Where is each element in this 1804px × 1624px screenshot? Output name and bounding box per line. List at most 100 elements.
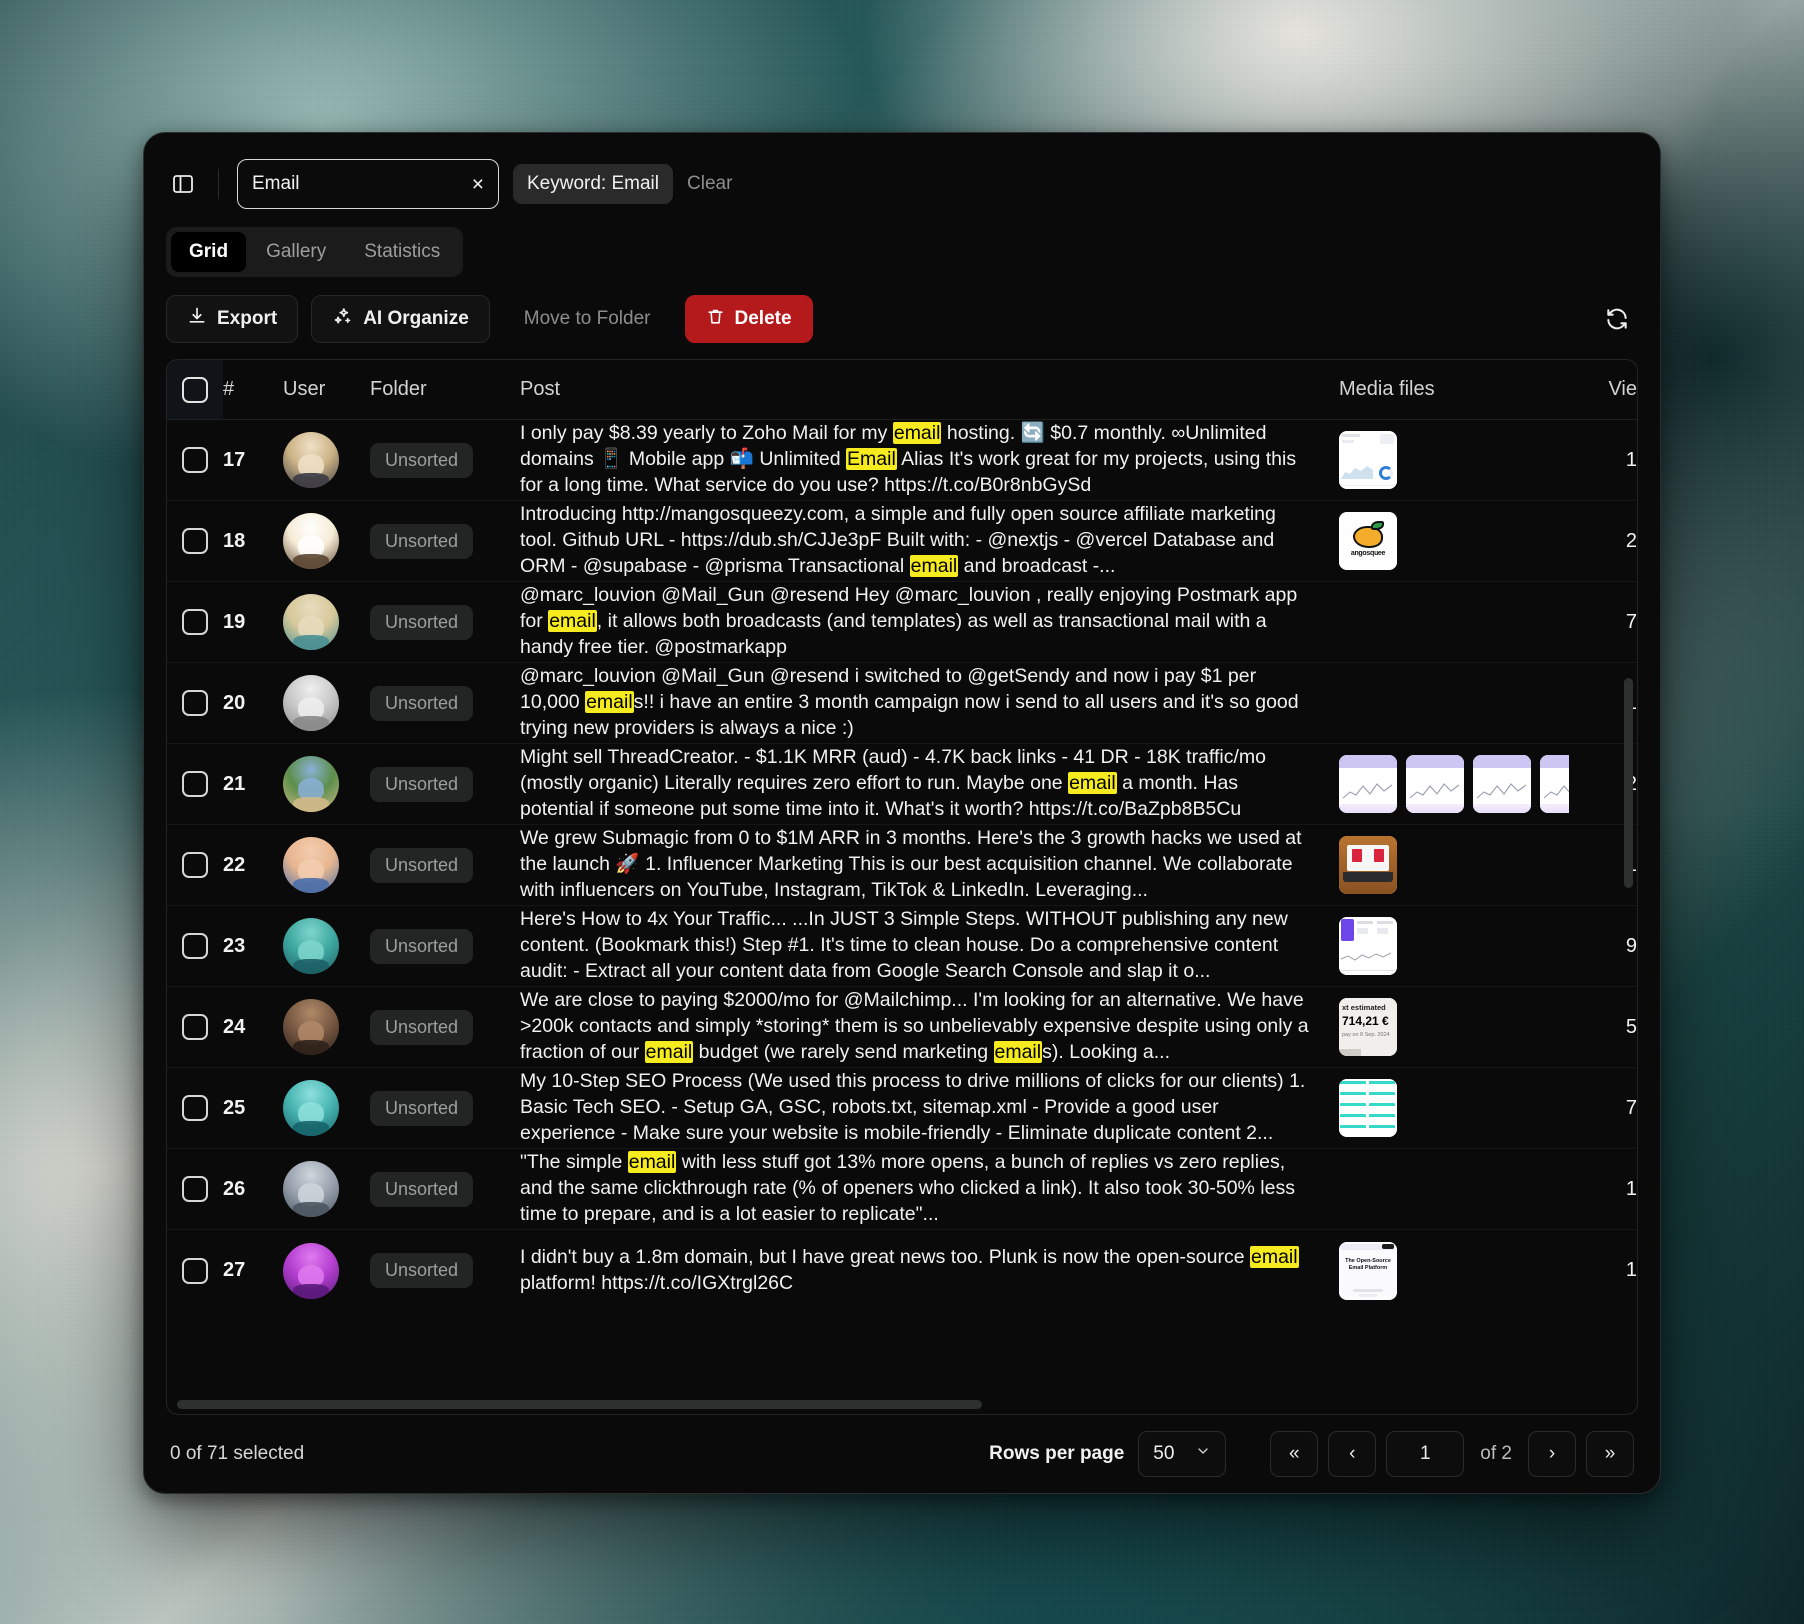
clear-search-icon[interactable]: × bbox=[464, 174, 484, 195]
row-checkbox[interactable] bbox=[182, 1176, 208, 1202]
row-post-cell[interactable]: We are close to paying $2000/mo for @Mai… bbox=[520, 988, 1339, 1065]
move-to-folder-button[interactable]: Move to Folder bbox=[503, 295, 672, 343]
folder-badge[interactable]: Unsorted bbox=[370, 442, 474, 478]
row-checkbox[interactable] bbox=[182, 1014, 208, 1040]
sidebar-toggle-icon[interactable] bbox=[166, 167, 200, 201]
avatar[interactable] bbox=[283, 999, 339, 1055]
row-checkbox[interactable] bbox=[182, 528, 208, 554]
previous-page-button[interactable]: ‹ bbox=[1328, 1431, 1377, 1477]
last-page-button[interactable]: » bbox=[1586, 1431, 1634, 1477]
horizontal-scrollbar[interactable] bbox=[177, 1400, 1627, 1409]
media-thumbnail[interactable] bbox=[1540, 755, 1569, 813]
folder-badge[interactable]: Unsorted bbox=[370, 1253, 474, 1288]
media-files-cell: xt estimated 714,21 € pay on 8 Sep. 2024 bbox=[1339, 998, 1569, 1056]
delete-button[interactable]: Delete bbox=[684, 295, 813, 343]
folder-badge[interactable]: Unsorted bbox=[370, 847, 474, 883]
table-row[interactable]: 22 Unsorted We grew Submagic from 0 to $… bbox=[167, 825, 1637, 906]
column-header-media[interactable]: Media files bbox=[1339, 378, 1569, 401]
table-row[interactable]: 19 Unsorted @marc_louvion @Mail_Gun @res… bbox=[167, 582, 1637, 663]
avatar[interactable] bbox=[283, 594, 339, 650]
tab-statistics[interactable]: Statistics bbox=[346, 232, 458, 272]
row-post-cell[interactable]: "The simple email with less stuff got 13… bbox=[520, 1150, 1339, 1227]
folder-badge[interactable]: Unsorted bbox=[370, 685, 474, 721]
avatar[interactable] bbox=[283, 1161, 339, 1217]
column-header-views[interactable]: Vie bbox=[1569, 378, 1637, 401]
refresh-icon[interactable] bbox=[1596, 298, 1638, 340]
media-thumbnail[interactable] bbox=[1473, 755, 1531, 813]
row-checkbox[interactable] bbox=[182, 447, 208, 473]
clear-filters-link[interactable]: Clear bbox=[687, 173, 732, 195]
row-checkbox[interactable] bbox=[182, 609, 208, 635]
row-post-cell[interactable]: We grew Submagic from 0 to $1M ARR in 3 … bbox=[520, 826, 1339, 903]
avatar[interactable] bbox=[283, 837, 339, 893]
tab-grid[interactable]: Grid bbox=[171, 232, 247, 272]
search-field[interactable]: × bbox=[237, 159, 499, 209]
media-thumbnail[interactable] bbox=[1339, 1079, 1397, 1137]
media-thumbnail[interactable]: xt estimated 714,21 € pay on 8 Sep. 2024 bbox=[1339, 998, 1397, 1056]
table-row[interactable]: 17 Unsorted I only pay $8.39 yearly to Z… bbox=[167, 420, 1637, 501]
column-header-folder[interactable]: Folder bbox=[370, 378, 520, 401]
current-page-input[interactable]: 1 bbox=[1386, 1431, 1465, 1477]
folder-badge[interactable]: Unsorted bbox=[370, 928, 474, 964]
vertical-scrollbar[interactable] bbox=[1624, 678, 1633, 888]
row-checkbox[interactable] bbox=[182, 1095, 208, 1121]
row-post-cell[interactable]: Might sell ThreadCreator. - $1.1K MRR (a… bbox=[520, 745, 1339, 822]
row-checkbox[interactable] bbox=[182, 933, 208, 959]
next-page-button[interactable]: › bbox=[1528, 1431, 1576, 1477]
table-row[interactable]: 24 Unsorted We are close to paying $2000… bbox=[167, 987, 1637, 1068]
folder-badge[interactable]: Unsorted bbox=[370, 1009, 474, 1045]
column-header-user[interactable]: User bbox=[283, 378, 370, 401]
folder-badge[interactable]: Unsorted bbox=[370, 1171, 474, 1207]
first-page-button[interactable]: « bbox=[1270, 1431, 1319, 1477]
row-post-cell[interactable]: @marc_louvion @Mail_Gun @resend Hey @mar… bbox=[520, 583, 1339, 660]
export-button[interactable]: Export bbox=[166, 295, 299, 343]
select-all-checkbox[interactable] bbox=[182, 376, 208, 403]
row-post-cell[interactable]: Here's How to 4x Your Traffic... ...In J… bbox=[520, 907, 1339, 984]
column-header-post[interactable]: Post bbox=[520, 378, 1339, 401]
ai-organize-button[interactable]: AI Organize bbox=[311, 295, 490, 343]
avatar[interactable] bbox=[283, 918, 339, 974]
column-header-number[interactable]: # bbox=[223, 378, 283, 401]
avatar[interactable] bbox=[283, 675, 339, 731]
row-post-cell[interactable]: @marc_louvion @Mail_Gun @resend i switch… bbox=[520, 664, 1339, 741]
avatar[interactable] bbox=[283, 756, 339, 812]
table-row[interactable]: 20 Unsorted @marc_louvion @Mail_Gun @res… bbox=[167, 663, 1637, 744]
media-thumbnail[interactable] bbox=[1406, 755, 1464, 813]
media-thumbnail[interactable] bbox=[1339, 431, 1397, 489]
row-checkbox[interactable] bbox=[182, 852, 208, 878]
row-number-cell: 20 bbox=[223, 692, 283, 715]
media-thumbnail[interactable]: angosquee bbox=[1339, 512, 1397, 570]
row-checkbox[interactable] bbox=[182, 1257, 208, 1284]
avatar[interactable] bbox=[283, 1242, 339, 1299]
media-thumbnail[interactable] bbox=[1339, 917, 1397, 975]
tab-gallery[interactable]: Gallery bbox=[248, 232, 344, 272]
table-row[interactable]: 21 Unsorted Might sell ThreadCreator. - … bbox=[167, 744, 1637, 825]
folder-badge[interactable]: Unsorted bbox=[370, 523, 474, 559]
row-folder-cell: Unsorted bbox=[370, 847, 520, 883]
table-row[interactable]: 26 Unsorted "The simple email with less … bbox=[167, 1149, 1637, 1230]
avatar[interactable] bbox=[283, 1080, 339, 1136]
folder-badge[interactable]: Unsorted bbox=[370, 766, 474, 802]
table-row[interactable]: 18 Unsorted Introducing http://mangosque… bbox=[167, 501, 1637, 582]
media-thumbnail[interactable] bbox=[1339, 755, 1397, 813]
search-input[interactable] bbox=[252, 173, 464, 195]
row-checkbox[interactable] bbox=[182, 690, 208, 716]
avatar[interactable] bbox=[283, 432, 339, 488]
folder-badge[interactable]: Unsorted bbox=[370, 604, 474, 640]
table-row[interactable]: 23 Unsorted Here's How to 4x Your Traffi… bbox=[167, 906, 1637, 987]
row-post-cell[interactable]: I didn't buy a 1.8m domain, but I have g… bbox=[520, 1245, 1339, 1296]
row-post-cell[interactable]: Introducing http://mangosqueezy.com, a s… bbox=[520, 502, 1339, 579]
table-row[interactable]: 25 Unsorted My 10-Step SEO Process (We u… bbox=[167, 1068, 1637, 1149]
media-thumbnail[interactable] bbox=[1339, 836, 1397, 894]
media-thumbnail[interactable]: The Open-Source Email Platform bbox=[1339, 1241, 1397, 1300]
table-row[interactable]: 27 Unsorted I didn't buy a 1.8m domain, … bbox=[167, 1230, 1637, 1311]
rows-per-page-select[interactable]: 50 bbox=[1138, 1431, 1227, 1477]
row-post-cell[interactable]: I only pay $8.39 yearly to Zoho Mail for… bbox=[520, 421, 1339, 498]
folder-badge[interactable]: Unsorted bbox=[370, 1090, 474, 1126]
avatar[interactable] bbox=[283, 513, 339, 569]
keyword-badge[interactable]: Keyword: Email bbox=[513, 164, 673, 204]
row-post-cell[interactable]: My 10-Step SEO Process (We used this pro… bbox=[520, 1069, 1339, 1146]
row-select-cell bbox=[167, 690, 223, 716]
row-checkbox[interactable] bbox=[182, 771, 208, 797]
row-views-cell: 1 bbox=[1569, 1259, 1637, 1282]
